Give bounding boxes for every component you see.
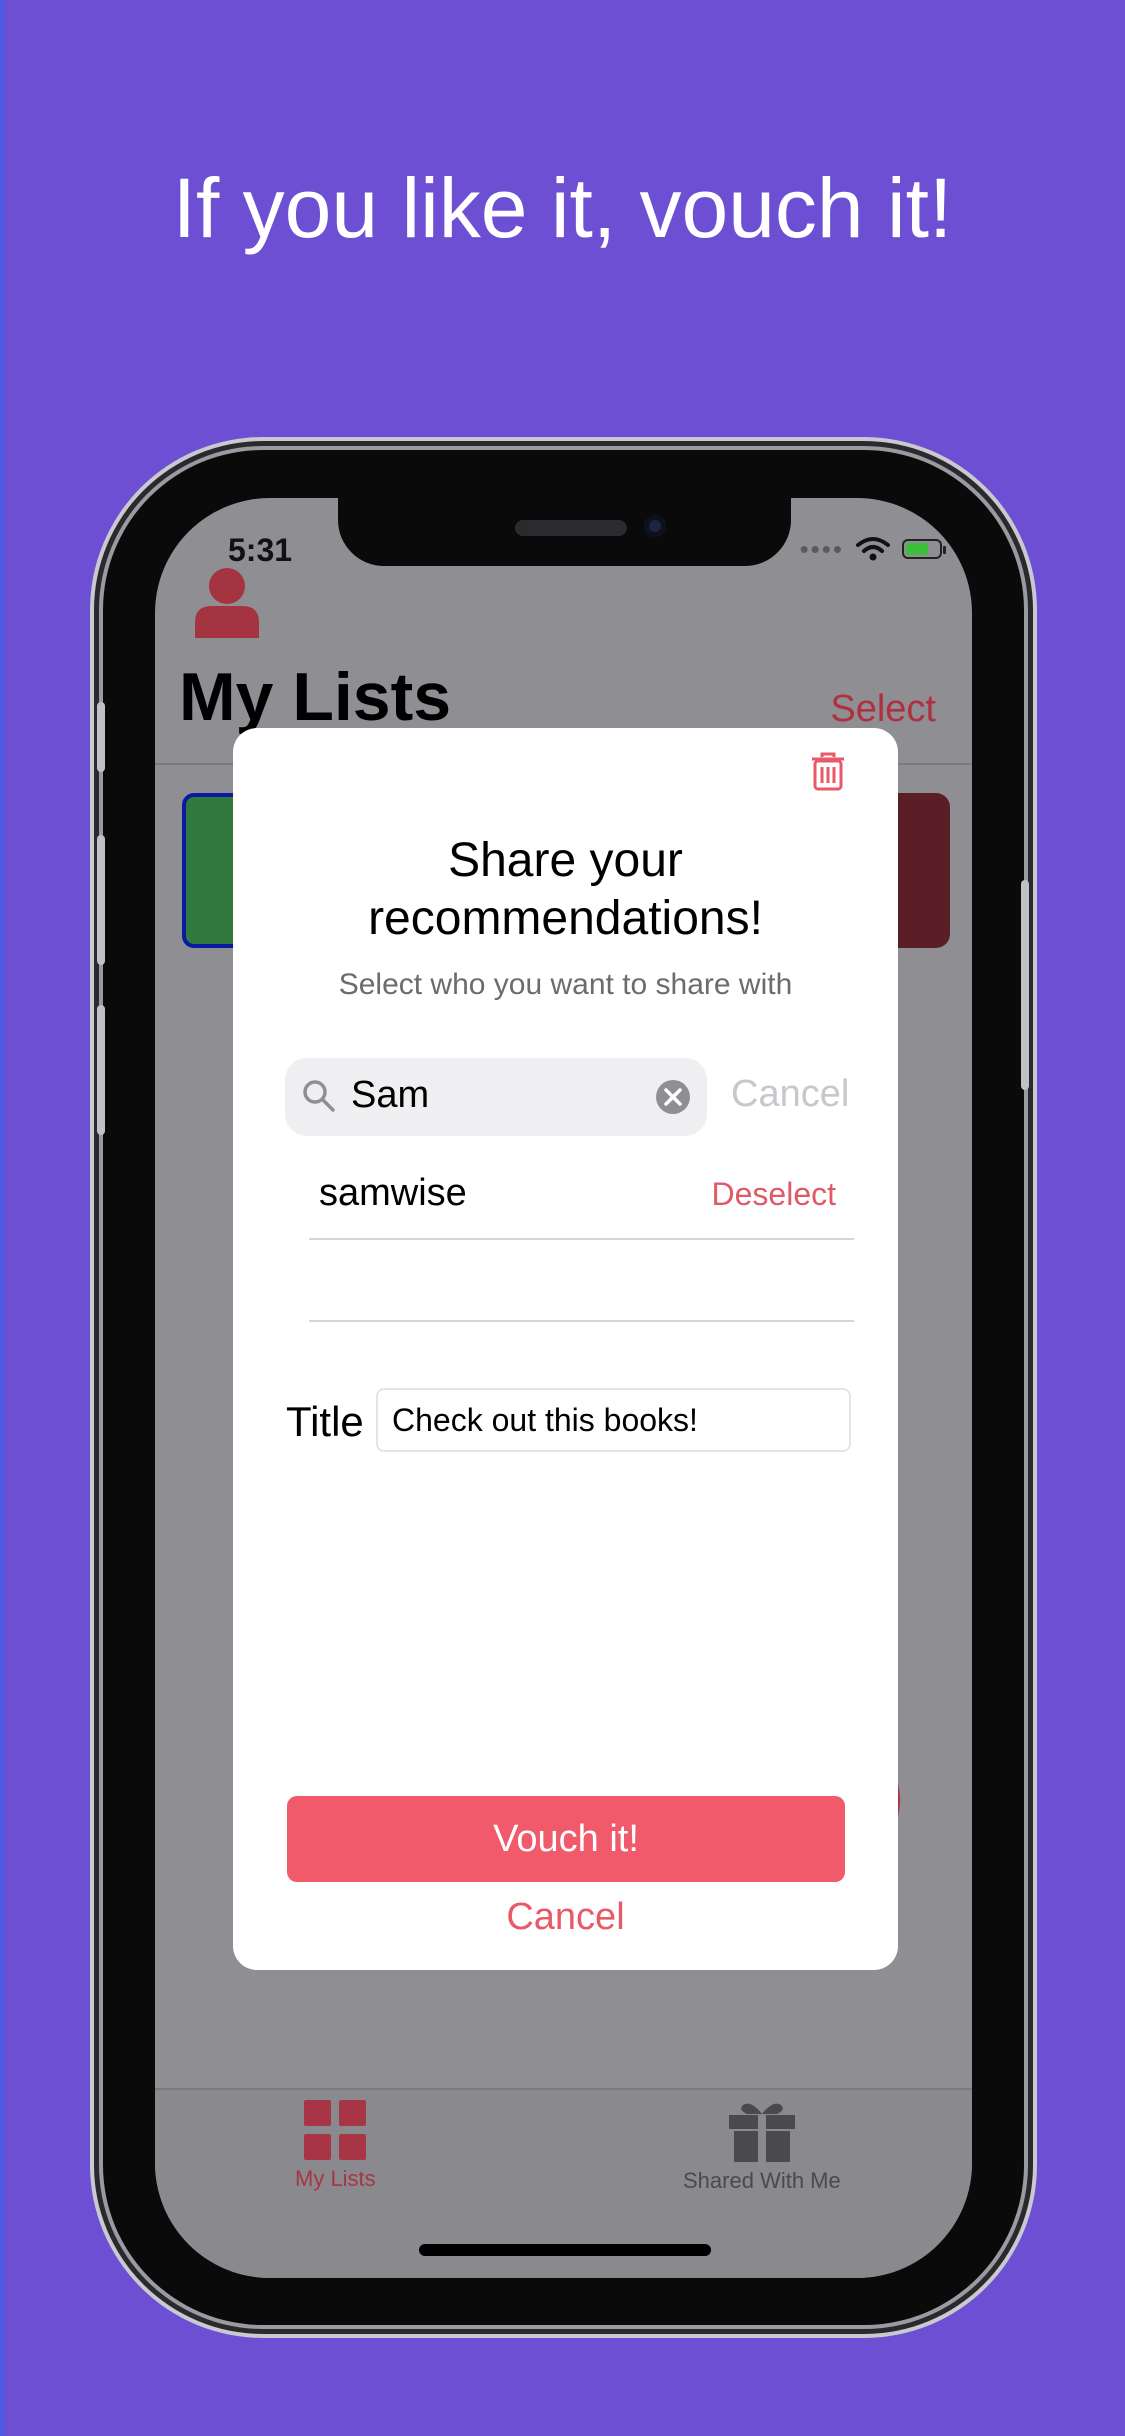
- empty-list-item: [309, 1240, 854, 1322]
- modal-title: Share your recommendations!: [233, 832, 898, 948]
- status-icons: ••••: [799, 534, 946, 564]
- title-field[interactable]: [376, 1388, 851, 1452]
- deselect-button[interactable]: Deselect: [712, 1176, 837, 1213]
- front-camera: [644, 515, 666, 537]
- volume-up-button: [97, 835, 105, 965]
- page-title: My Lists: [179, 659, 452, 735]
- wifi-icon: [856, 537, 890, 561]
- left-edge-strip: [0, 0, 5, 2436]
- profile-avatar-icon[interactable]: [192, 566, 262, 638]
- notch: [338, 498, 791, 566]
- signal-icon: ••••: [799, 534, 844, 564]
- battery-icon: [902, 539, 946, 559]
- gift-icon: [728, 2103, 795, 2162]
- search-cancel-button[interactable]: Cancel: [731, 1073, 849, 1116]
- modal-subtitle: Select who you want to share with: [338, 968, 793, 1001]
- promo-headline: If you like it, vouch it!: [172, 161, 953, 255]
- mute-switch: [97, 702, 105, 772]
- grid-icon: [304, 2100, 367, 2160]
- tab-my-lists[interactable]: My Lists: [295, 2100, 376, 2192]
- user-name: samwise: [319, 1172, 467, 1214]
- title-label: Title: [286, 1398, 364, 1445]
- tab-label: My Lists: [295, 2166, 376, 2191]
- modal-title-line1: Share your: [448, 834, 683, 887]
- tab-shared-with-me[interactable]: Shared With Me: [683, 2100, 841, 2194]
- trash-icon[interactable]: [810, 752, 846, 792]
- tab-label: Shared With Me: [683, 2168, 841, 2193]
- cancel-button[interactable]: Cancel: [233, 1896, 898, 1939]
- modal-title-line2: recommendations!: [368, 892, 763, 945]
- earpiece-speaker: [515, 520, 627, 536]
- volume-down-button: [97, 1005, 105, 1135]
- search-field[interactable]: Sam: [285, 1058, 707, 1136]
- list-item[interactable]: samwise Deselect: [309, 1158, 854, 1240]
- clear-search-icon[interactable]: [655, 1079, 691, 1115]
- home-indicator: [419, 2244, 711, 2256]
- select-button[interactable]: Select: [830, 688, 936, 731]
- vouch-button[interactable]: Vouch it!: [287, 1796, 845, 1882]
- search-input-value[interactable]: Sam: [351, 1074, 429, 1117]
- search-icon: [303, 1080, 335, 1112]
- status-time: 5:31: [228, 532, 293, 568]
- power-button: [1021, 880, 1029, 1090]
- share-modal: Share your recommendations! Select who y…: [233, 728, 898, 1970]
